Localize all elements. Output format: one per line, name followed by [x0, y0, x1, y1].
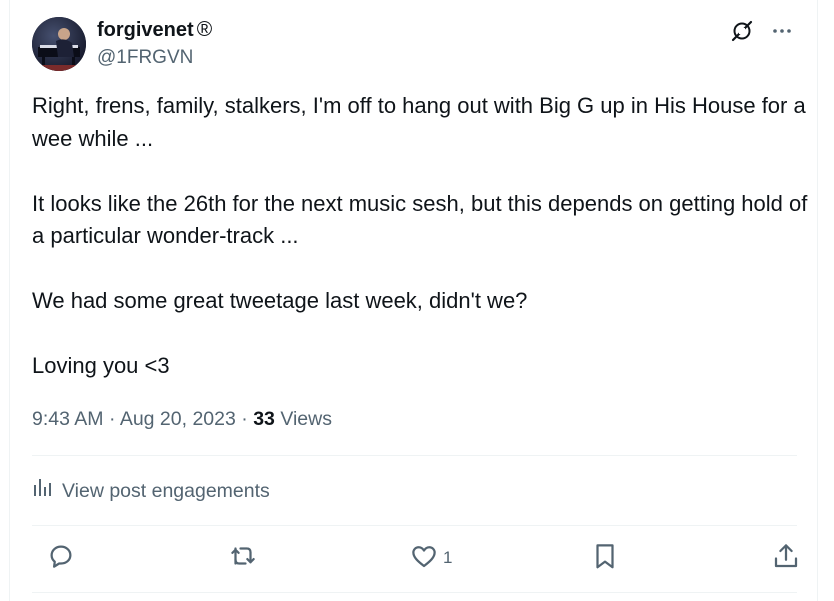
divider [32, 525, 797, 526]
views-label: Views [280, 408, 332, 430]
divider [32, 455, 797, 456]
tweet-card: forgivenet ® @1FRGVN Right, frens, famil… [9, 0, 818, 601]
action-bar: 1 [32, 540, 798, 576]
tweet-paragraph: Loving you <3 [32, 353, 170, 378]
retweet-button[interactable] [228, 540, 258, 576]
top-icons [729, 18, 795, 44]
more-icon[interactable] [769, 18, 795, 44]
author-handle[interactable]: @1FRGVN [97, 45, 193, 71]
avatar[interactable] [32, 17, 86, 71]
like-count: 1 [443, 548, 453, 567]
grok-icon[interactable] [729, 18, 755, 44]
share-button[interactable] [771, 540, 801, 576]
views-count: 33 [253, 408, 275, 430]
tweet-time[interactable]: 9:43 AM [32, 408, 104, 430]
reply-button[interactable] [46, 540, 76, 576]
tweet-date[interactable]: Aug 20, 2023 [120, 408, 236, 430]
reply-icon [46, 541, 76, 576]
registered-mark: ® [196, 18, 213, 41]
retweet-icon [228, 541, 258, 576]
view-engagements-label: View post engagements [62, 480, 270, 502]
bookmark-icon [590, 541, 620, 576]
like-icon [409, 541, 439, 576]
tweet-text: Right, frens, family, stalkers, I'm off … [32, 90, 812, 383]
meta-separator: · [103, 408, 120, 430]
tweet-paragraph: Right, frens, family, stalkers, I'm off … [32, 93, 806, 151]
like-button[interactable]: 1 [409, 540, 452, 576]
analytics-icon [32, 476, 54, 506]
bookmark-button[interactable] [590, 540, 620, 576]
author-name-row[interactable]: forgivenet ® [97, 17, 212, 43]
share-icon [771, 541, 801, 576]
author-name[interactable]: forgivenet [97, 17, 194, 43]
tweet-meta: 9:43 AM · Aug 20, 2023 · 33 Views [32, 404, 332, 434]
view-engagements-link[interactable]: View post engagements [32, 476, 270, 506]
tweet-paragraph: It looks like the 26th for the next musi… [32, 190, 808, 249]
avatar-image [32, 17, 86, 71]
tweet-paragraph: We had some great tweetage last week, di… [32, 288, 528, 313]
meta-separator: · [235, 408, 254, 430]
divider [32, 592, 797, 593]
